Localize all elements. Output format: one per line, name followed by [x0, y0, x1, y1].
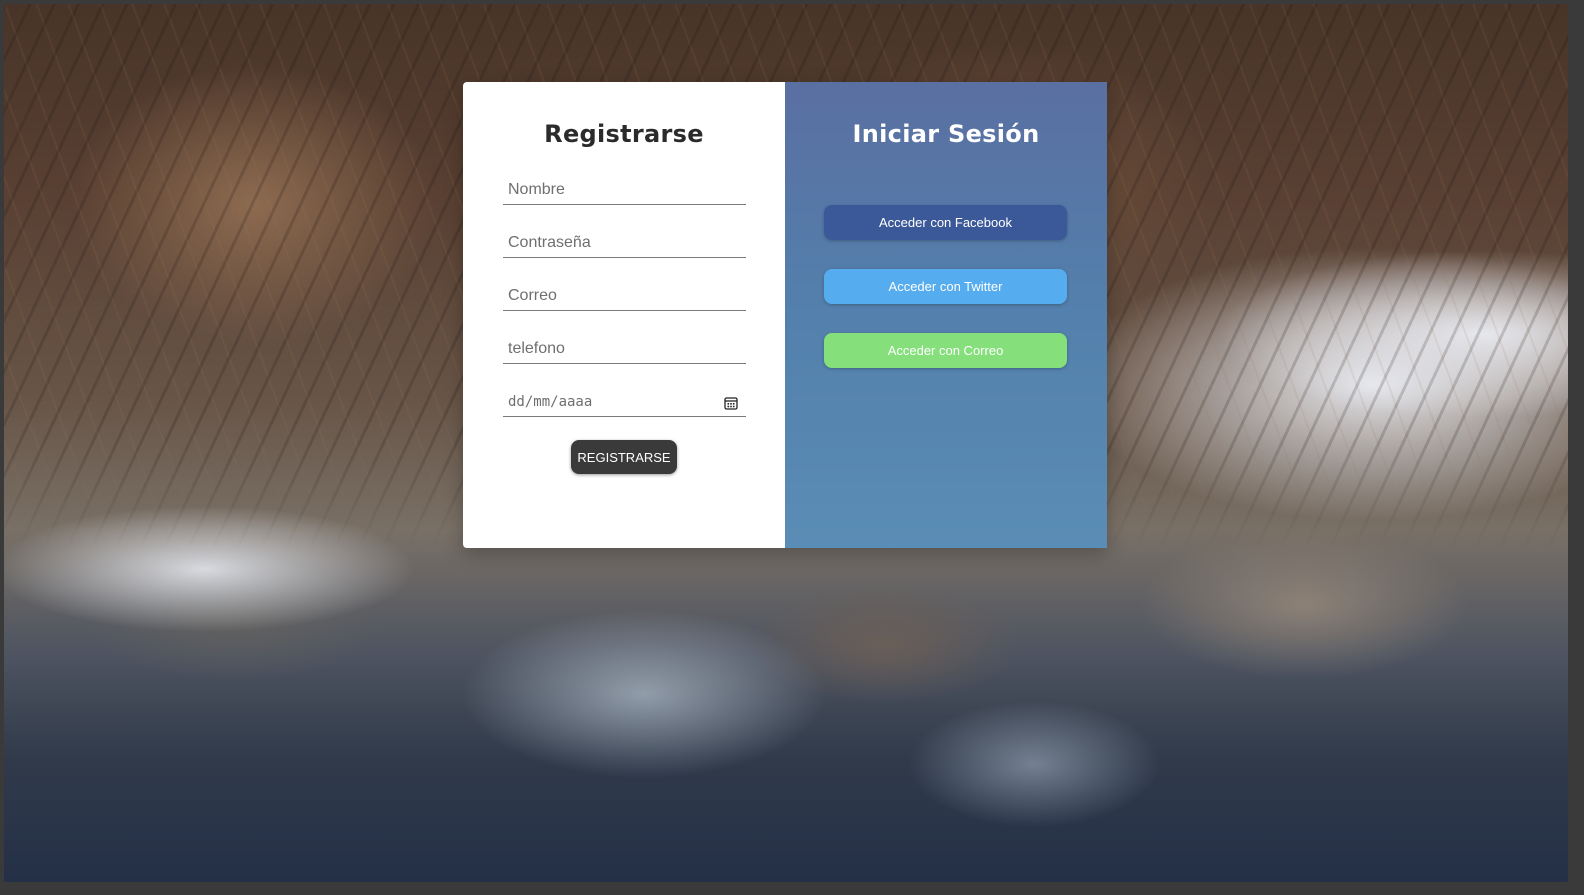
twitter-login-button[interactable]: Acceder con Twitter	[824, 269, 1067, 304]
page-frame: Registrarse Nombre Correo telefono dd/mm…	[4, 4, 1568, 882]
email-input[interactable]	[503, 282, 746, 310]
email-field-wrapper	[503, 282, 746, 311]
facebook-login-button[interactable]: Acceder con Facebook	[824, 205, 1067, 240]
calendar-icon[interactable]	[724, 396, 738, 410]
login-panel: Iniciar Sesión Acceder con Facebook Acce…	[785, 82, 1107, 548]
register-panel: Registrarse Nombre Correo telefono dd/mm…	[463, 82, 785, 548]
name-input[interactable]	[503, 176, 746, 204]
date-field-wrapper	[503, 388, 746, 417]
email-login-button[interactable]: Acceder con Correo	[824, 333, 1067, 368]
name-field-wrapper	[503, 176, 746, 205]
login-title: Iniciar Sesión	[852, 120, 1040, 148]
password-field-wrapper	[503, 229, 746, 258]
password-input[interactable]	[503, 229, 746, 257]
register-form: REGISTRARSE	[503, 176, 746, 474]
register-title: Registrarse	[544, 120, 704, 148]
phone-input[interactable]	[503, 335, 746, 363]
social-login-buttons: Acceder con Facebook Acceder con Twitter…	[824, 205, 1068, 368]
phone-field-wrapper	[503, 335, 746, 364]
register-button[interactable]: REGISTRARSE	[571, 440, 677, 474]
date-input[interactable]	[503, 388, 746, 416]
auth-card: Registrarse Nombre Correo telefono dd/mm…	[463, 82, 1107, 548]
